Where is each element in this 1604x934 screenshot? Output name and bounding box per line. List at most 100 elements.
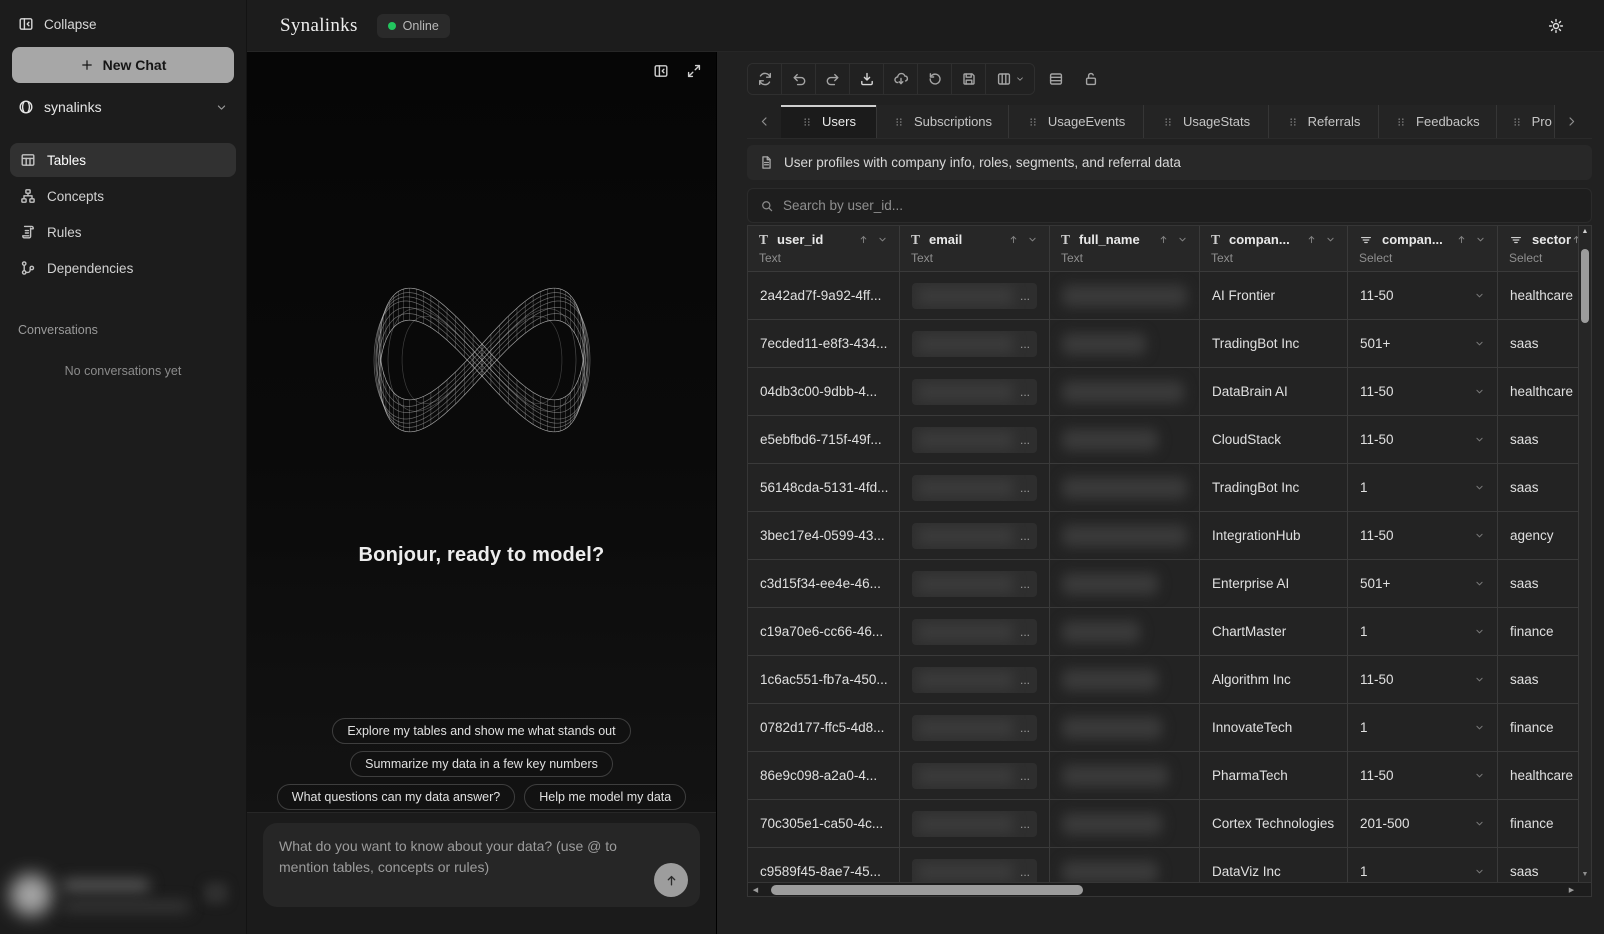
cell-email[interactable]: ...	[900, 608, 1050, 656]
columns-button[interactable]	[986, 64, 1034, 94]
cell-user_id[interactable]: 04db3c00-9dbb-4...	[748, 368, 900, 416]
sidebar-item-concepts[interactable]: Concepts	[10, 179, 236, 213]
column-menu-icon[interactable]	[1177, 234, 1188, 245]
column-menu-icon[interactable]	[1475, 234, 1486, 245]
sort-ascending-icon[interactable]	[1306, 234, 1317, 245]
sidebar-item-tables[interactable]: Tables	[10, 143, 236, 177]
cell-full_name[interactable]	[1050, 608, 1200, 656]
user-profile-area[interactable]	[0, 854, 246, 934]
tab-feedbacks[interactable]: Feedbacks	[1379, 105, 1497, 138]
cell-company-size[interactable]: 11-50	[1348, 272, 1498, 320]
new-chat-button[interactable]: New Chat	[12, 47, 234, 83]
cell-sector[interactable]: agency	[1498, 512, 1579, 560]
lock-button[interactable]	[1083, 71, 1099, 87]
cell-user_id[interactable]: 7ecded11-e8f3-434...	[748, 320, 900, 368]
cell-user_id[interactable]: 1c6ac551-fb7a-450...	[748, 656, 900, 704]
theme-toggle-button[interactable]	[1548, 18, 1564, 34]
cell-company[interactable]: IntegrationHub	[1200, 512, 1348, 560]
refresh-button[interactable]	[748, 64, 782, 94]
cell-full_name[interactable]	[1050, 752, 1200, 800]
cell-full_name[interactable]	[1050, 320, 1200, 368]
scroll-down-arrow[interactable]: ▼	[1582, 870, 1589, 880]
cell-company-size[interactable]: 501+	[1348, 560, 1498, 608]
cell-full_name[interactable]	[1050, 272, 1200, 320]
column-header-full_name[interactable]: Tfull_nameText	[1050, 226, 1200, 272]
cell-user_id[interactable]: 56148cda-5131-4fd...	[748, 464, 900, 512]
cell-email[interactable]: ...	[900, 512, 1050, 560]
column-menu-icon[interactable]	[1027, 234, 1038, 245]
cell-full_name[interactable]	[1050, 368, 1200, 416]
scroll-up-arrow[interactable]: ▲	[1582, 227, 1589, 237]
cell-email[interactable]: ...	[900, 752, 1050, 800]
cell-user_id[interactable]: e5ebfbd6-715f-49f...	[748, 416, 900, 464]
cell-company-size[interactable]: 1	[1348, 464, 1498, 512]
cell-company-size[interactable]: 501+	[1348, 320, 1498, 368]
tab-referrals[interactable]: Referrals	[1269, 105, 1379, 138]
workspace-selector[interactable]: synalinks	[10, 89, 236, 125]
cell-full_name[interactable]	[1050, 848, 1200, 883]
cell-company[interactable]: Algorithm Inc	[1200, 656, 1348, 704]
cell-company[interactable]: ChartMaster	[1200, 608, 1348, 656]
cell-full_name[interactable]	[1050, 416, 1200, 464]
tab-users[interactable]: Users	[781, 105, 877, 138]
cell-company[interactable]: CloudStack	[1200, 416, 1348, 464]
tab-subscriptions[interactable]: Subscriptions	[877, 105, 1009, 138]
cell-email[interactable]: ...	[900, 416, 1050, 464]
download-button[interactable]	[850, 64, 884, 94]
cell-full_name[interactable]	[1050, 656, 1200, 704]
cell-company-size[interactable]: 11-50	[1348, 656, 1498, 704]
rows-button[interactable]	[1048, 71, 1064, 87]
cell-sector[interactable]: healthcare	[1498, 368, 1579, 416]
save-button[interactable]	[952, 64, 986, 94]
cell-sector[interactable]: saas	[1498, 848, 1579, 883]
sort-ascending-icon[interactable]	[1158, 234, 1169, 245]
column-menu-icon[interactable]	[1325, 234, 1336, 245]
cell-full_name[interactable]	[1050, 464, 1200, 512]
cell-sector[interactable]: saas	[1498, 656, 1579, 704]
cell-email[interactable]: ...	[900, 800, 1050, 848]
cell-sector[interactable]: finance	[1498, 800, 1579, 848]
tab-pro[interactable]: Pro	[1497, 105, 1555, 138]
cell-company-size[interactable]: 11-50	[1348, 512, 1498, 560]
cell-sector[interactable]: saas	[1498, 560, 1579, 608]
send-button[interactable]	[654, 863, 688, 897]
horizontal-scrollbar-track[interactable]	[763, 883, 1564, 897]
column-header-email[interactable]: TemailText	[900, 226, 1050, 272]
history-button[interactable]	[918, 64, 952, 94]
horizontal-scrollbar[interactable]: ◀ ▶	[747, 883, 1592, 897]
cell-sector[interactable]: finance	[1498, 608, 1579, 656]
cell-company-size[interactable]: 11-50	[1348, 752, 1498, 800]
cell-email[interactable]: ...	[900, 272, 1050, 320]
cell-email[interactable]: ...	[900, 320, 1050, 368]
cell-user_id[interactable]: c3d15f34-ee4e-46...	[748, 560, 900, 608]
cell-sector[interactable]: healthcare	[1498, 272, 1579, 320]
column-header-sector[interactable]: sectorSelect	[1498, 226, 1579, 272]
cell-company-size[interactable]: 1	[1348, 608, 1498, 656]
cell-sector[interactable]: saas	[1498, 416, 1579, 464]
sort-ascending-icon[interactable]	[858, 234, 869, 245]
cell-sector[interactable]: saas	[1498, 320, 1579, 368]
cell-company[interactable]: Enterprise AI	[1200, 560, 1348, 608]
cell-company-size[interactable]: 201-500	[1348, 800, 1498, 848]
cell-sector[interactable]: saas	[1498, 464, 1579, 512]
column-header-compan[interactable]: compan...Select	[1348, 226, 1498, 272]
cell-email[interactable]: ...	[900, 656, 1050, 704]
sort-ascending-icon[interactable]	[1571, 234, 1579, 245]
cell-full_name[interactable]	[1050, 512, 1200, 560]
cell-company[interactable]: AI Frontier	[1200, 272, 1348, 320]
cell-email[interactable]: ...	[900, 464, 1050, 512]
undo-button[interactable]	[782, 64, 816, 94]
cell-email[interactable]: ...	[900, 368, 1050, 416]
cell-sector[interactable]: finance	[1498, 704, 1579, 752]
tabs-next-button[interactable]	[1555, 105, 1589, 138]
cell-full_name[interactable]	[1050, 560, 1200, 608]
cell-email[interactable]: ...	[900, 848, 1050, 883]
cell-user_id[interactable]: c9589f45-8ae7-45...	[748, 848, 900, 883]
suggestion-chip[interactable]: Explore my tables and show me what stand…	[332, 718, 630, 744]
redo-button[interactable]	[816, 64, 850, 94]
cell-user_id[interactable]: c19a70e6-cc66-46...	[748, 608, 900, 656]
chat-expand-button[interactable]	[686, 63, 702, 79]
cell-full_name[interactable]	[1050, 800, 1200, 848]
cell-company[interactable]: DataViz Inc	[1200, 848, 1348, 883]
cell-company-size[interactable]: 1	[1348, 704, 1498, 752]
